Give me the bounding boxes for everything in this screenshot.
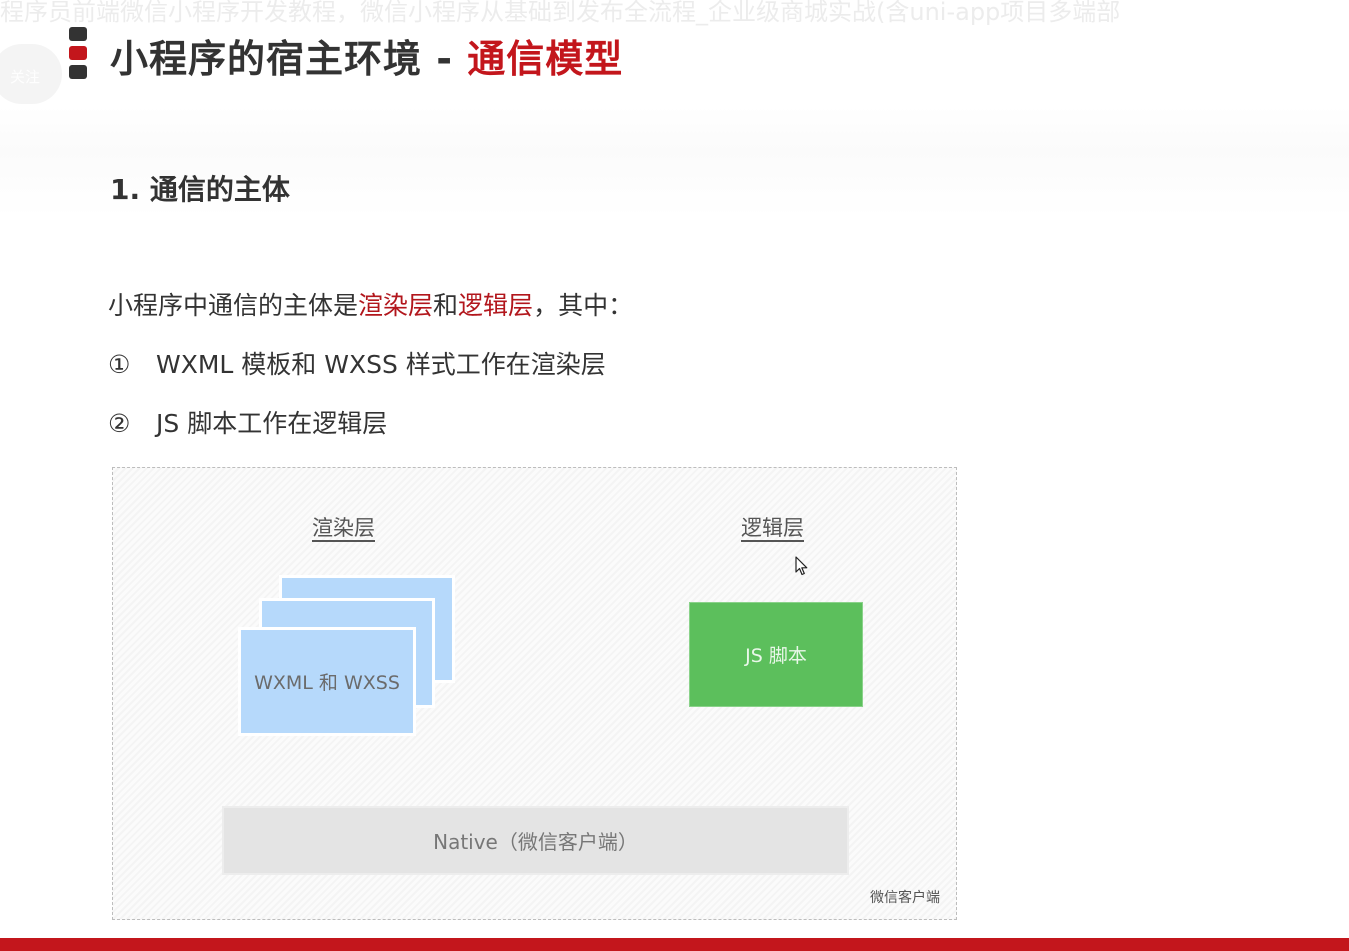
page-card-front: WXML 和 WXSS: [238, 627, 416, 736]
render-layer-title: 渲染层: [312, 516, 375, 540]
title-marker-icon: [69, 27, 87, 84]
section-heading: 1. 通信的主体: [110, 173, 290, 206]
native-layer-bar: Native（微信客户端）: [222, 806, 849, 875]
video-title-banner: 程序员前端微信小程序开发教程，微信小程序从基础到发布全流程_企业级商城实战(含u…: [0, 0, 1349, 28]
page-title-prefix: 小程序的宿主环境 -: [110, 37, 468, 81]
intro-highlight-logic: 逻辑层: [458, 291, 534, 320]
intro-paragraph: 小程序中通信的主体是渲染层和逻辑层，其中：: [108, 286, 633, 322]
bullet-number: ②: [108, 409, 131, 438]
intro-part2: 和: [433, 291, 459, 320]
intro-part1: 小程序中通信的主体是: [108, 291, 359, 320]
bottom-accent-bar: [0, 938, 1349, 951]
bullet-number: ①: [108, 350, 131, 379]
bullet-item: ① WXML 模板和 WXSS 样式工作在渲染层: [108, 345, 606, 381]
bullet-text: JS 脚本工作在逻辑层: [156, 409, 388, 438]
page-title: 小程序的宿主环境 - 通信模型: [110, 28, 623, 83]
mouse-pointer-icon: [795, 556, 808, 576]
intro-part3: ，其中：: [533, 291, 634, 320]
native-layer-label: Native（微信客户端）: [433, 830, 638, 854]
client-caption: 微信客户端: [870, 890, 940, 906]
communication-diagram: 渲染层 逻辑层 WXML 和 WXSS JS 脚本 Native（微信客户端） …: [112, 467, 957, 920]
intro-highlight-render: 渲染层: [358, 291, 434, 320]
page-card-label: WXML 和 WXSS: [254, 672, 400, 694]
js-script-box: JS 脚本: [689, 602, 863, 707]
bullet-text: WXML 模板和 WXSS 样式工作在渲染层: [156, 350, 606, 379]
logic-layer-title: 逻辑层: [741, 516, 804, 540]
follow-label[interactable]: 关注: [10, 66, 40, 87]
js-script-label: JS 脚本: [745, 645, 807, 667]
video-title-text: 程序员前端微信小程序开发教程，微信小程序从基础到发布全流程_企业级商城实战(含u…: [0, 0, 1121, 26]
page-title-accent: 通信模型: [467, 37, 624, 81]
bullet-item: ② JS 脚本工作在逻辑层: [108, 404, 387, 440]
